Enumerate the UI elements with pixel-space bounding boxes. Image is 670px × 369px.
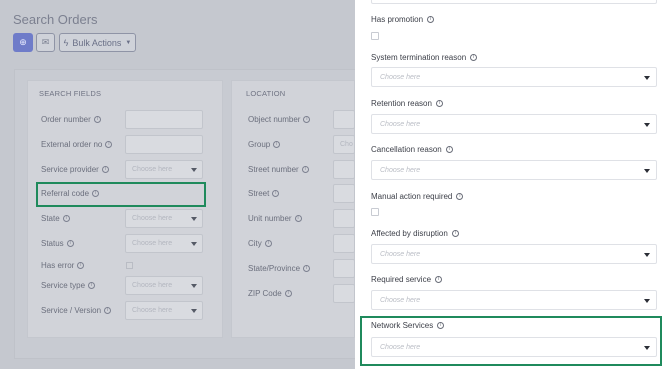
caret-down-icon: [191, 309, 197, 313]
info-icon: i: [88, 282, 96, 289]
info-icon: i: [435, 276, 443, 283]
state-label: State i: [41, 214, 70, 223]
has-promotion-checkbox[interactable]: [371, 32, 379, 40]
info-icon: i: [66, 240, 74, 247]
street-label: Street i: [248, 189, 280, 198]
manual-action-label: Manual action required i: [371, 192, 464, 201]
street-number-label: Street number i: [248, 165, 309, 174]
cancellation-reason-select[interactable]: Choose here: [371, 160, 657, 180]
info-icon: i: [427, 16, 435, 23]
info-icon: i: [456, 193, 464, 200]
status-label: Status i: [41, 239, 74, 248]
required-service-select[interactable]: Choose here: [371, 290, 657, 310]
system-termination-select[interactable]: Choose here: [371, 67, 657, 87]
state-province-input[interactable]: [333, 259, 355, 278]
unit-number-label: Unit number i: [248, 214, 302, 223]
object-number-input[interactable]: [333, 110, 355, 129]
city-label: City i: [248, 239, 272, 248]
has-error-checkbox[interactable]: [126, 262, 133, 269]
service-version-label: Service / Version i: [41, 306, 112, 315]
group-label: Group i: [248, 140, 281, 149]
caret-down-icon: [644, 123, 650, 127]
state-select[interactable]: Choose here: [125, 209, 203, 228]
envelope-icon: ✉: [41, 37, 50, 47]
info-icon: i: [303, 116, 311, 123]
retention-reason-label: Retention reason i: [371, 99, 443, 108]
caret-down-icon: ▼: [125, 39, 132, 46]
bulk-actions-button[interactable]: ϟ Bulk Actions ▼: [59, 33, 136, 52]
caret-down-icon: [644, 346, 650, 350]
location-heading: LOCATION: [246, 89, 286, 98]
network-services-label: Network Services i: [371, 321, 445, 330]
caret-down-icon: [191, 168, 197, 172]
affected-by-disruption-select[interactable]: Choose here: [371, 244, 657, 264]
prior-field-bottom: [371, 0, 657, 4]
info-icon: i: [272, 190, 280, 197]
street-number-input[interactable]: [333, 160, 355, 179]
order-number-input[interactable]: [125, 110, 203, 129]
info-icon: i: [435, 100, 443, 107]
group-select[interactable]: Cho: [333, 135, 355, 154]
has-promotion-label: Has promotion i: [371, 15, 435, 24]
unit-number-input[interactable]: [333, 209, 355, 228]
info-icon: i: [294, 215, 302, 222]
info-icon: i: [105, 141, 113, 148]
state-province-label: State/Province i: [248, 264, 311, 273]
info-icon: i: [284, 290, 292, 297]
plus-circle-icon: ⊕: [19, 37, 27, 47]
info-icon: i: [470, 54, 478, 61]
status-select[interactable]: Choose here: [125, 234, 203, 253]
info-icon: i: [451, 230, 459, 237]
lightning-icon: ϟ: [63, 37, 69, 48]
caret-down-icon: [644, 169, 650, 173]
info-icon: i: [273, 141, 281, 148]
city-input[interactable]: [333, 234, 355, 253]
caret-down-icon: [191, 217, 197, 221]
service-type-label: Service type i: [41, 281, 96, 290]
info-icon: i: [301, 166, 309, 173]
caret-down-icon: [191, 242, 197, 246]
search-fields-heading: SEARCH FIELDS: [39, 89, 102, 98]
caret-down-icon: [191, 284, 197, 288]
retention-reason-select[interactable]: Choose here: [371, 114, 657, 134]
service-provider-label: Service provider i: [41, 165, 109, 174]
required-service-label: Required service i: [371, 275, 443, 284]
external-order-input[interactable]: [125, 135, 203, 154]
affected-by-disruption-label: Affected by disruption i: [371, 229, 459, 238]
info-icon: i: [93, 116, 101, 123]
info-icon: i: [62, 215, 70, 222]
object-number-label: Object number i: [248, 115, 311, 124]
referral-code-highlight: [36, 182, 206, 207]
info-icon: i: [77, 262, 85, 269]
info-icon: i: [104, 307, 112, 314]
cancellation-reason-label: Cancellation reason i: [371, 145, 453, 154]
service-provider-select[interactable]: Choose here: [125, 160, 203, 179]
zip-code-input[interactable]: [333, 284, 355, 303]
system-termination-label: System termination reason i: [371, 53, 478, 62]
street-input[interactable]: [333, 184, 355, 203]
info-icon: i: [437, 322, 445, 329]
caret-down-icon: [644, 253, 650, 257]
mail-button[interactable]: ✉: [36, 33, 55, 52]
external-order-label: External order no i: [41, 140, 113, 149]
order-number-label: Order number i: [41, 115, 101, 124]
new-order-button[interactable]: ⊕: [13, 33, 33, 52]
info-icon: i: [264, 240, 272, 247]
caret-down-icon: [644, 299, 650, 303]
bulk-actions-label: Bulk Actions: [72, 37, 122, 48]
service-version-select[interactable]: Choose here: [125, 301, 203, 320]
filter-drawer: Has promotion i System termination reason…: [355, 0, 670, 369]
zip-code-label: ZIP Code i: [248, 289, 292, 298]
page-title: Search Orders: [13, 12, 98, 27]
manual-action-checkbox[interactable]: [371, 208, 379, 216]
info-icon: i: [445, 146, 453, 153]
info-icon: i: [303, 265, 311, 272]
caret-down-icon: [644, 76, 650, 80]
info-icon: i: [101, 166, 109, 173]
service-type-select[interactable]: Choose here: [125, 276, 203, 295]
has-error-label: Has error i: [41, 261, 85, 270]
network-services-select[interactable]: Choose here: [371, 337, 657, 357]
